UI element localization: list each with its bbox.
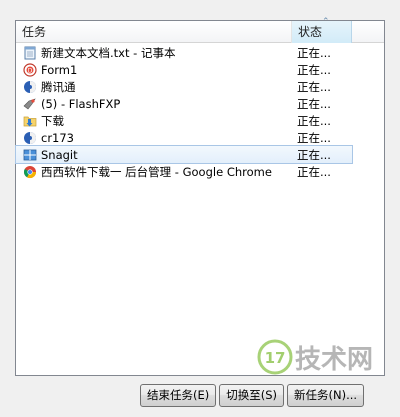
column-header-task[interactable]: 任务 [16,21,292,43]
task-status: 正在... [297,96,331,111]
column-status-label: 状态 [298,25,323,39]
new-task-button[interactable]: 新任务(N)... [287,384,365,407]
end-task-button[interactable]: 结束任务(E) [140,384,217,407]
task-name: Form1 [41,62,78,77]
task-name: Snagit [41,147,78,162]
rtx-icon [24,80,36,93]
list-item[interactable]: 腾讯通 正在... [16,78,352,95]
list-item[interactable]: 新建文本文档.txt - 记事本 正在... [16,44,352,61]
task-name: 新建文本文档.txt - 记事本 [41,45,176,60]
task-status: 正在... [297,62,331,77]
column-task-label: 任务 [22,25,47,39]
chrome-icon [23,165,36,178]
list-item[interactable]: 西西软件下载一 后台管理 - Google Chrome 正在... [16,163,352,180]
task-status: 正在... [297,113,331,128]
action-buttons: 结束任务(E) 切换至(S) 新任务(N)... [140,384,365,407]
task-status: 正在... [297,45,331,60]
task-rows: 新建文本文档.txt - 记事本 正在... D Form1 正在... 腾讯通… [15,44,384,180]
list-item[interactable]: D Form1 正在... [16,61,352,78]
column-header-status[interactable]: ⌃ 状态 [292,17,352,43]
list-item[interactable]: 下载 正在... [16,112,352,129]
list-item[interactable]: Snagit 正在... [15,145,353,164]
task-status: 正在... [297,147,331,162]
task-name: 下载 [41,113,64,128]
watermark-logo: 17 技术网 [257,339,373,375]
folder-download-icon [23,116,37,126]
list-item[interactable]: cr173 正在... [16,129,352,146]
ie-app-icon [24,131,36,144]
snagit-icon [23,149,37,160]
switch-to-button[interactable]: 切换至(S) [219,384,285,407]
svg-text:D: D [28,67,33,74]
task-status: 正在... [297,130,331,145]
task-name: (5) - FlashFXP [41,96,121,111]
task-status: 正在... [297,164,331,179]
task-manager-applications-tab: 任务 ⌃ 状态 新建文本文档.txt - 记事本 正在... D Form1 正… [0,0,400,417]
notepad-icon [24,46,36,59]
task-name: cr173 [41,130,75,145]
watermark-number: 17 [265,349,286,367]
list-item[interactable]: (5) - FlashFXP 正在... [16,95,352,112]
task-status: 正在... [297,79,331,94]
task-list[interactable]: 任务 ⌃ 状态 新建文本文档.txt - 记事本 正在... D Form1 正… [15,17,385,376]
form-app-icon: D [23,62,37,77]
task-name: 腾讯通 [41,79,76,94]
list-header: 任务 ⌃ 状态 [16,17,384,43]
sort-ascending-icon: ⌃ [322,17,330,27]
watermark-text: 技术网 [295,345,373,375]
task-name: 西西软件下载一 后台管理 - Google Chrome [41,164,272,179]
flashfxp-icon [23,97,36,109]
